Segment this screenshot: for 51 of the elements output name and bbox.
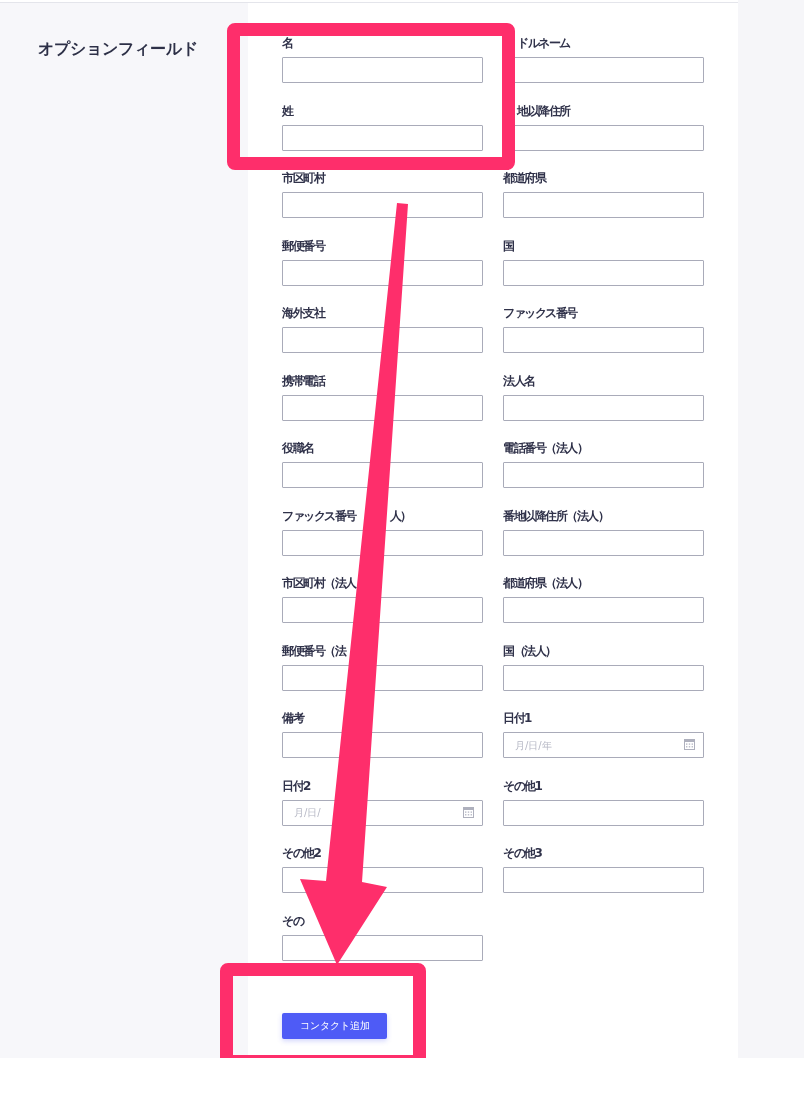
field-label: 都道府県（法人） <box>503 576 587 591</box>
field-label: 名 <box>282 36 293 51</box>
input-field[interactable] <box>282 192 483 218</box>
field-label: 携帯電話 <box>282 373 324 389</box>
calendar-icon[interactable] <box>463 806 474 818</box>
field-label: 番地以降住所（法人） <box>503 508 608 524</box>
field-label: その <box>282 913 303 929</box>
input-field[interactable] <box>503 867 704 893</box>
field-label: 地以降住所 <box>517 103 570 119</box>
section-title: オプションフィールド <box>38 39 198 59</box>
input-field[interactable] <box>503 529 704 556</box>
field-label: 人） <box>389 508 411 524</box>
field-label: 姓 <box>282 103 293 119</box>
field-label: ドルネーム <box>517 36 570 51</box>
input-field[interactable] <box>503 799 704 826</box>
field-label: 市区町村 <box>282 171 324 186</box>
field-label: ファックス番号 <box>503 306 577 321</box>
field-label: 海外支社 <box>282 306 324 321</box>
field-label: ファックス番号 <box>282 508 356 524</box>
field-label: 都道府県 <box>503 171 545 186</box>
field-label: 日付1 <box>503 711 531 726</box>
input-field[interactable] <box>282 259 483 286</box>
field-label: その他2 <box>282 846 321 861</box>
input-field[interactable] <box>282 327 483 353</box>
field-label: 国（法人） <box>503 643 556 659</box>
input-field[interactable] <box>282 57 483 83</box>
input-field[interactable] <box>503 327 704 353</box>
input-field[interactable] <box>282 124 483 151</box>
field-label: 役職名 <box>282 441 314 456</box>
field-label: 法人名 <box>503 373 535 389</box>
input-field[interactable] <box>282 934 483 961</box>
input-field[interactable] <box>503 597 704 623</box>
input-field[interactable] <box>503 462 704 488</box>
field-label: 国 <box>503 238 514 254</box>
field-label: 電話番号（法人） <box>503 441 587 456</box>
calendar-icon[interactable] <box>684 739 695 750</box>
field-label: 郵便番号（法 <box>282 643 345 659</box>
input-field[interactable] <box>503 394 704 421</box>
field-label: その他1 <box>503 778 542 794</box>
input-field[interactable] <box>282 394 483 421</box>
date-field[interactable]: 月/日/年 <box>503 732 704 758</box>
submit-button[interactable]: コンタクト追加 <box>282 1013 387 1039</box>
field-label: 日付2 <box>282 778 310 794</box>
field-label: その他3 <box>503 846 542 861</box>
field-label: 市区町村（法人 <box>282 576 356 591</box>
input-field[interactable] <box>503 259 704 286</box>
input-field[interactable] <box>503 192 704 218</box>
field-label: 郵便番号 <box>282 238 324 254</box>
field-label: 備考 <box>282 711 303 726</box>
input-field[interactable] <box>503 664 704 691</box>
input-field[interactable] <box>282 462 483 488</box>
